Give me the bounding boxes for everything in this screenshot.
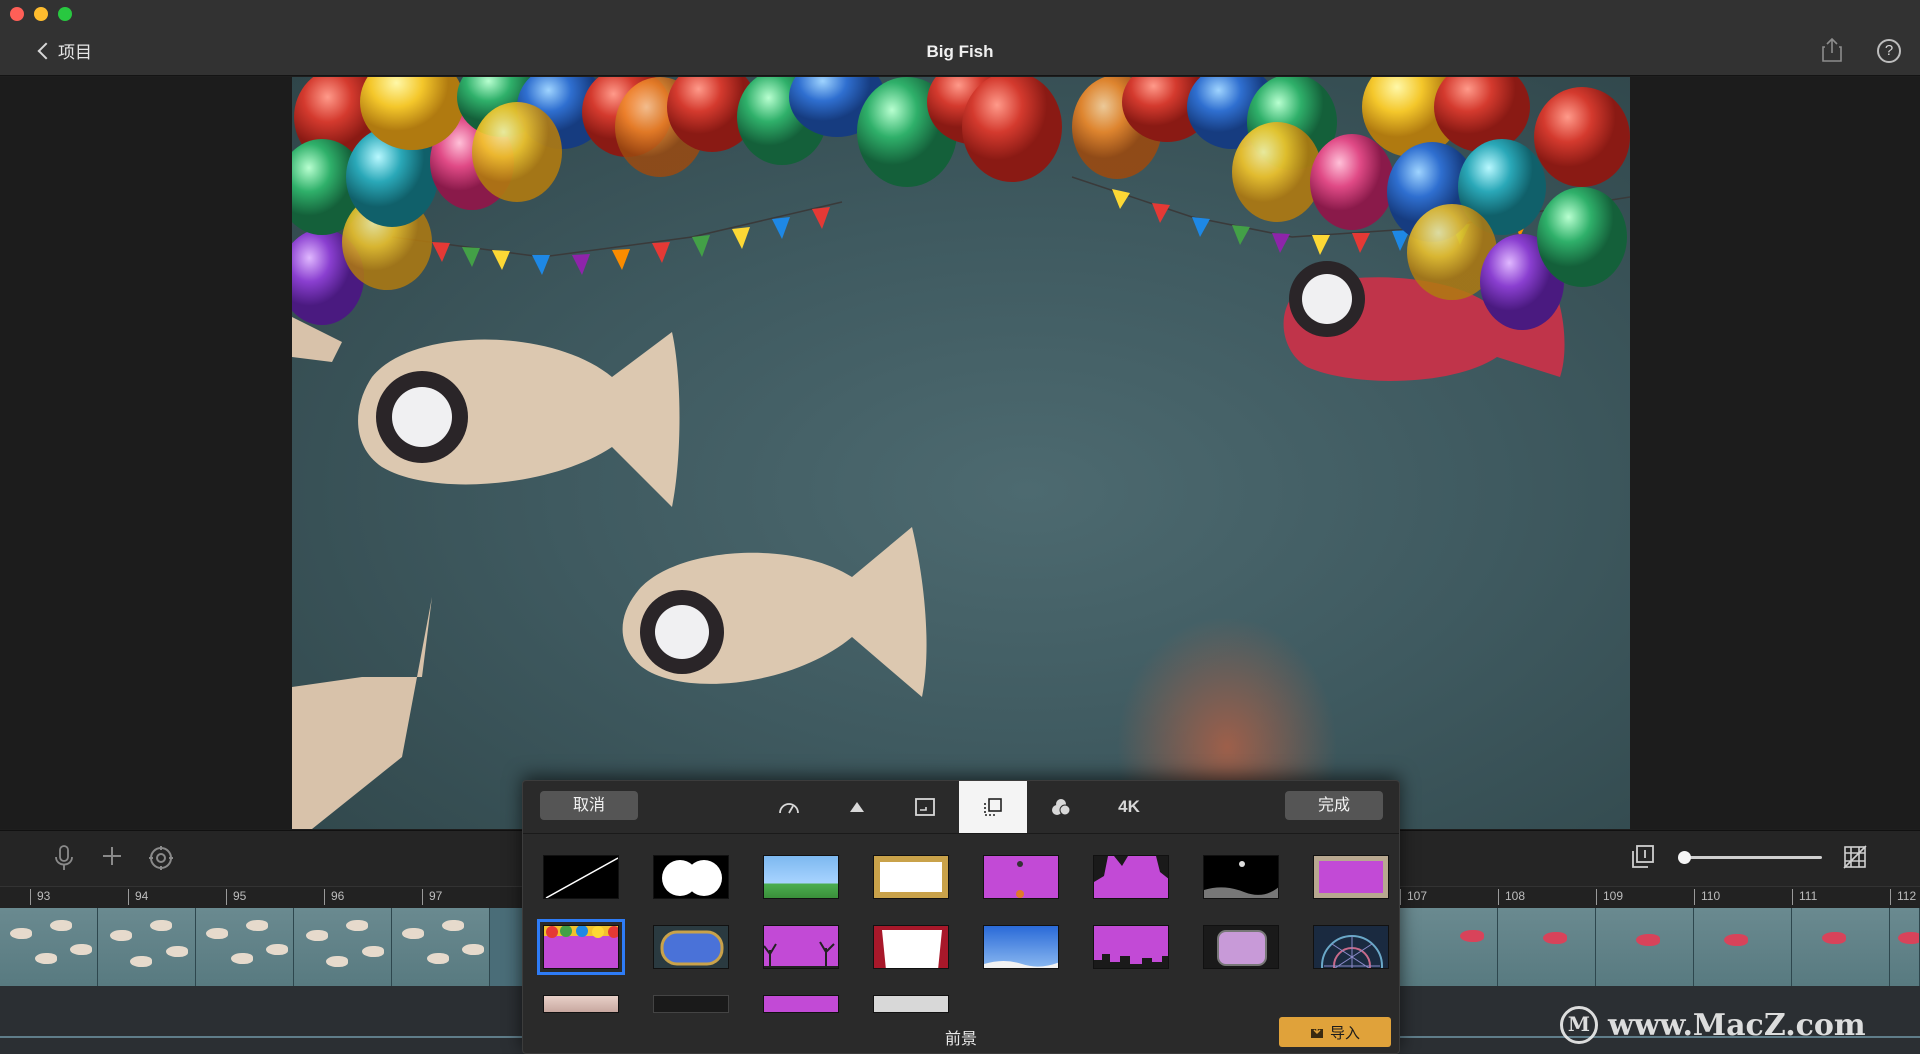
paper-fish [622,527,927,697]
ruler-tick: 109 [1596,889,1623,905]
zoom-slider-knob[interactable] [1678,851,1691,864]
pages-icon[interactable] [1632,845,1654,869]
overlay-thumb-balloons[interactable] [537,919,625,975]
video-preview[interactable] [292,77,1630,829]
watermark: M www.MacZ.com [1560,1006,1866,1044]
section-label: 前景 [944,1031,977,1048]
close-window-button[interactable] [10,7,24,21]
ruler-tick: 112 [1890,889,1916,905]
crop-icon [915,798,935,816]
overlay-thumb-purple-plain[interactable] [763,995,839,1013]
clip-thumbnail[interactable] [0,908,98,986]
overlay-thumb-oval-window[interactable] [653,925,729,969]
overlay-thumb-wood-frame[interactable] [1313,855,1389,899]
ruler-tick: 96 [324,889,344,905]
ruler-tick: 93 [30,889,50,905]
import-icon [1310,1026,1323,1038]
color-icon [1052,799,1071,816]
cancel-button[interactable]: 取消 [540,791,638,820]
overlay-thumb-purple-screen[interactable] [983,855,1059,899]
tab-speed[interactable] [755,781,823,833]
popover-divider [523,833,1399,834]
paper-fish [358,332,680,507]
done-button[interactable]: 完成 [1285,791,1383,820]
overlay-thumb-city-silhouette[interactable] [1093,925,1169,969]
clip-thumbnail[interactable] [1596,908,1694,986]
triangle-icon [850,802,864,812]
clip-thumbnail[interactable] [1400,908,1498,986]
clip-thumbnail[interactable] [1792,908,1890,986]
import-button[interactable]: 导入 [1279,1017,1391,1047]
tab-4k[interactable]: 4K [1095,781,1163,833]
share-icon[interactable] [1822,38,1842,62]
overlay-thumb-skin-texture[interactable] [543,995,619,1013]
clip-thumbnail[interactable] [1694,908,1792,986]
balloon-garland [292,77,1630,330]
microphone-icon[interactable] [54,845,74,871]
clip-thumbnail[interactable] [98,908,196,986]
overlay-thumb-night-moon[interactable] [1203,855,1279,899]
overlay-thumb-tv-screen[interactable] [1203,925,1279,969]
ruler-tick: 97 [422,889,442,905]
overlay-thumb-stained-window[interactable] [1313,925,1389,969]
ruler-tick: 111 [1792,889,1817,905]
settings-icon[interactable] [148,845,174,871]
ruler-tick: 107 [1400,889,1427,905]
clip-thumbnail[interactable] [392,908,490,986]
overlay-thumb-sky-landscape[interactable] [763,855,839,899]
clip-thumbnail[interactable] [1498,908,1596,986]
tab-color[interactable] [1027,781,1095,833]
overlay-thumb-grey-plain[interactable] [873,995,949,1013]
minimize-window-button[interactable] [34,7,48,21]
overlay-thumb-purple-trees[interactable] [763,925,839,969]
help-icon[interactable]: ? [1877,39,1901,63]
zoom-window-button[interactable] [58,7,72,21]
overlay-thumb-dark-frame[interactable] [653,995,729,1013]
tab-overlay[interactable] [959,781,1027,833]
overlay-thumb-double-circle[interactable] [653,855,729,899]
plus-icon[interactable] [101,845,123,867]
tab-transition[interactable] [823,781,891,833]
overlay-thumb-none[interactable] [543,855,619,899]
zoom-slider[interactable] [1684,856,1822,859]
clip-thumbnail[interactable] [1890,908,1920,986]
watermark-text: www.MacZ.com [1608,1007,1866,1043]
clip-thumbnail[interactable] [294,908,392,986]
title-bar: 项目 Big Fish ? [0,0,1920,76]
grid-off-icon[interactable] [1843,845,1867,869]
speed-icon [779,803,799,814]
tab-crop[interactable] [891,781,959,833]
ruler-tick: 108 [1498,889,1525,905]
ruler-tick: 95 [226,889,246,905]
macz-logo-icon: M [1560,1006,1598,1044]
overlay-icon [984,798,1002,816]
ruler-tick: 110 [1694,889,1720,905]
preview-scene [292,77,1630,829]
import-label: 导入 [1329,1024,1360,1042]
overlay-popover: 取消 4K 完成 前景 导入 [522,780,1400,1054]
overlay-thumb-curtain-stage[interactable] [873,925,949,969]
overlay-thumb-gold-frame[interactable] [873,855,949,899]
overlay-thumb-palm-trees[interactable] [1093,855,1169,899]
clip-thumbnail[interactable] [196,908,294,986]
project-title: Big Fish [926,42,994,61]
ruler-tick: 94 [128,889,148,905]
overlay-thumb-blue-sky-snow[interactable] [983,925,1059,969]
